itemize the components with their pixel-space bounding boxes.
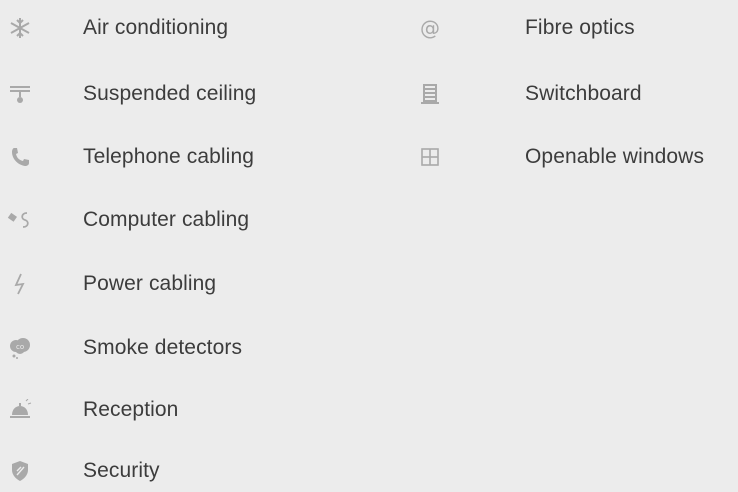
feature-fibre-optics: @ Fibre optics [410, 8, 635, 48]
feature-label: Fibre optics [525, 16, 635, 39]
feature-smoke-detectors: co Smoke detectors [0, 328, 242, 368]
snowflake-icon [0, 8, 40, 48]
at-sign-icon: @ [420, 16, 440, 40]
feature-label: Computer cabling [83, 208, 250, 231]
window-icon [410, 137, 450, 177]
telephone-icon [0, 137, 40, 177]
feature-label: Openable windows [525, 145, 705, 168]
feature-label: Reception [83, 398, 179, 421]
lightning-icon [0, 264, 40, 304]
feature-label: Telephone cabling [83, 145, 255, 168]
feature-power-cabling: Power cabling [0, 264, 216, 304]
feature-switchboard: Switchboard [410, 74, 642, 114]
feature-suspended-ceiling: Suspended ceiling [0, 74, 256, 114]
feature-label: Power cabling [83, 272, 217, 295]
feature-label: Smoke detectors [83, 336, 243, 359]
feature-openable-windows: Openable windows [410, 137, 704, 177]
feature-label: Switchboard [525, 82, 642, 105]
feature-label: Suspended ceiling [83, 82, 257, 105]
svg-text:co: co [16, 343, 24, 351]
smoke-co-icon: co [0, 328, 40, 368]
feature-label: Air conditioning [83, 16, 229, 39]
switchboard-icon [410, 74, 450, 114]
feature-security: Security [0, 451, 160, 491]
network-cable-icon [0, 200, 40, 240]
feature-air-conditioning: Air conditioning [0, 8, 228, 48]
ceiling-lamp-icon [0, 74, 40, 114]
feature-reception: Reception [0, 390, 178, 430]
feature-computer-cabling: Computer cabling [0, 200, 249, 240]
feature-label: Security [83, 459, 160, 482]
feature-telephone-cabling: Telephone cabling [0, 137, 254, 177]
service-bell-icon [0, 390, 40, 430]
shield-icon [0, 451, 40, 491]
